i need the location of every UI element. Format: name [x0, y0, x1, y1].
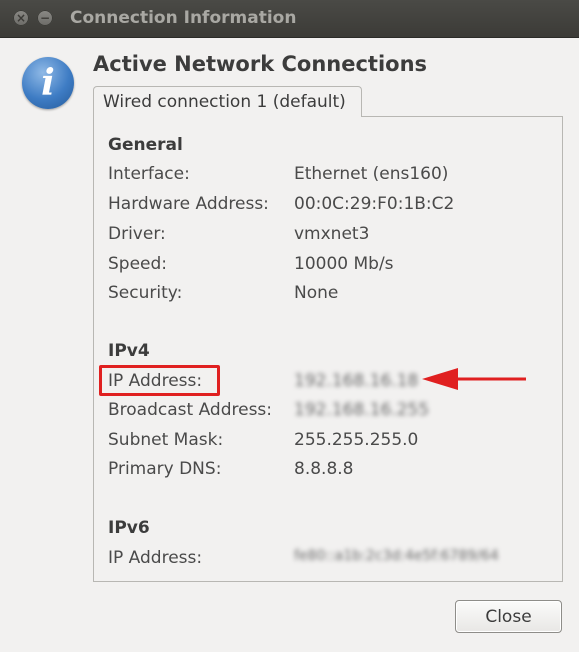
- connection-details-panel: [93, 116, 563, 582]
- security-label: Security:: [108, 283, 183, 303]
- ip-address-highlight-box: [99, 365, 220, 396]
- ipv6-address-label: IP Address:: [108, 548, 203, 568]
- window-minimize-icon[interactable]: −: [37, 10, 53, 26]
- section-general-title: General: [108, 135, 183, 155]
- red-arrow-icon: [422, 368, 526, 390]
- primary-dns-label: Primary DNS:: [108, 459, 222, 479]
- window-title: Connection Information: [70, 8, 297, 28]
- title-bar: × − Connection Information: [0, 0, 579, 38]
- hardware-address-label: Hardware Address:: [108, 194, 269, 214]
- tab-wired-connection-1[interactable]: Wired connection 1 (default): [93, 86, 362, 117]
- interface-value: Ethernet (ens160): [294, 164, 449, 184]
- primary-dns-value: 8.8.8.8: [294, 459, 354, 479]
- subnet-mask-value: 255.255.255.0: [294, 430, 419, 450]
- driver-label: Driver:: [108, 224, 166, 244]
- page-title: Active Network Connections: [93, 52, 428, 76]
- broadcast-address-value: 192.168.16.255: [294, 400, 430, 420]
- subnet-mask-label: Subnet Mask:: [108, 430, 224, 450]
- broadcast-address-label: Broadcast Address:: [108, 400, 273, 420]
- security-value: None: [294, 283, 339, 303]
- speed-value: 10000 Mb/s: [294, 254, 394, 274]
- close-button[interactable]: Close: [455, 600, 562, 633]
- interface-label: Interface:: [108, 164, 190, 184]
- window-close-icon[interactable]: ×: [13, 10, 29, 26]
- section-ipv4-title: IPv4: [108, 341, 150, 361]
- section-ipv6-title: IPv6: [108, 518, 150, 538]
- ipv4-address-value: 192.168.16.18: [294, 371, 419, 391]
- hardware-address-value: 00:0C:29:F0:1B:C2: [294, 194, 455, 214]
- ipv6-address-value: fe80::a1b:2c3d:4e5f:6789/64: [294, 548, 499, 564]
- driver-value: vmxnet3: [294, 224, 370, 244]
- speed-label: Speed:: [108, 254, 168, 274]
- info-icon: i: [22, 57, 74, 109]
